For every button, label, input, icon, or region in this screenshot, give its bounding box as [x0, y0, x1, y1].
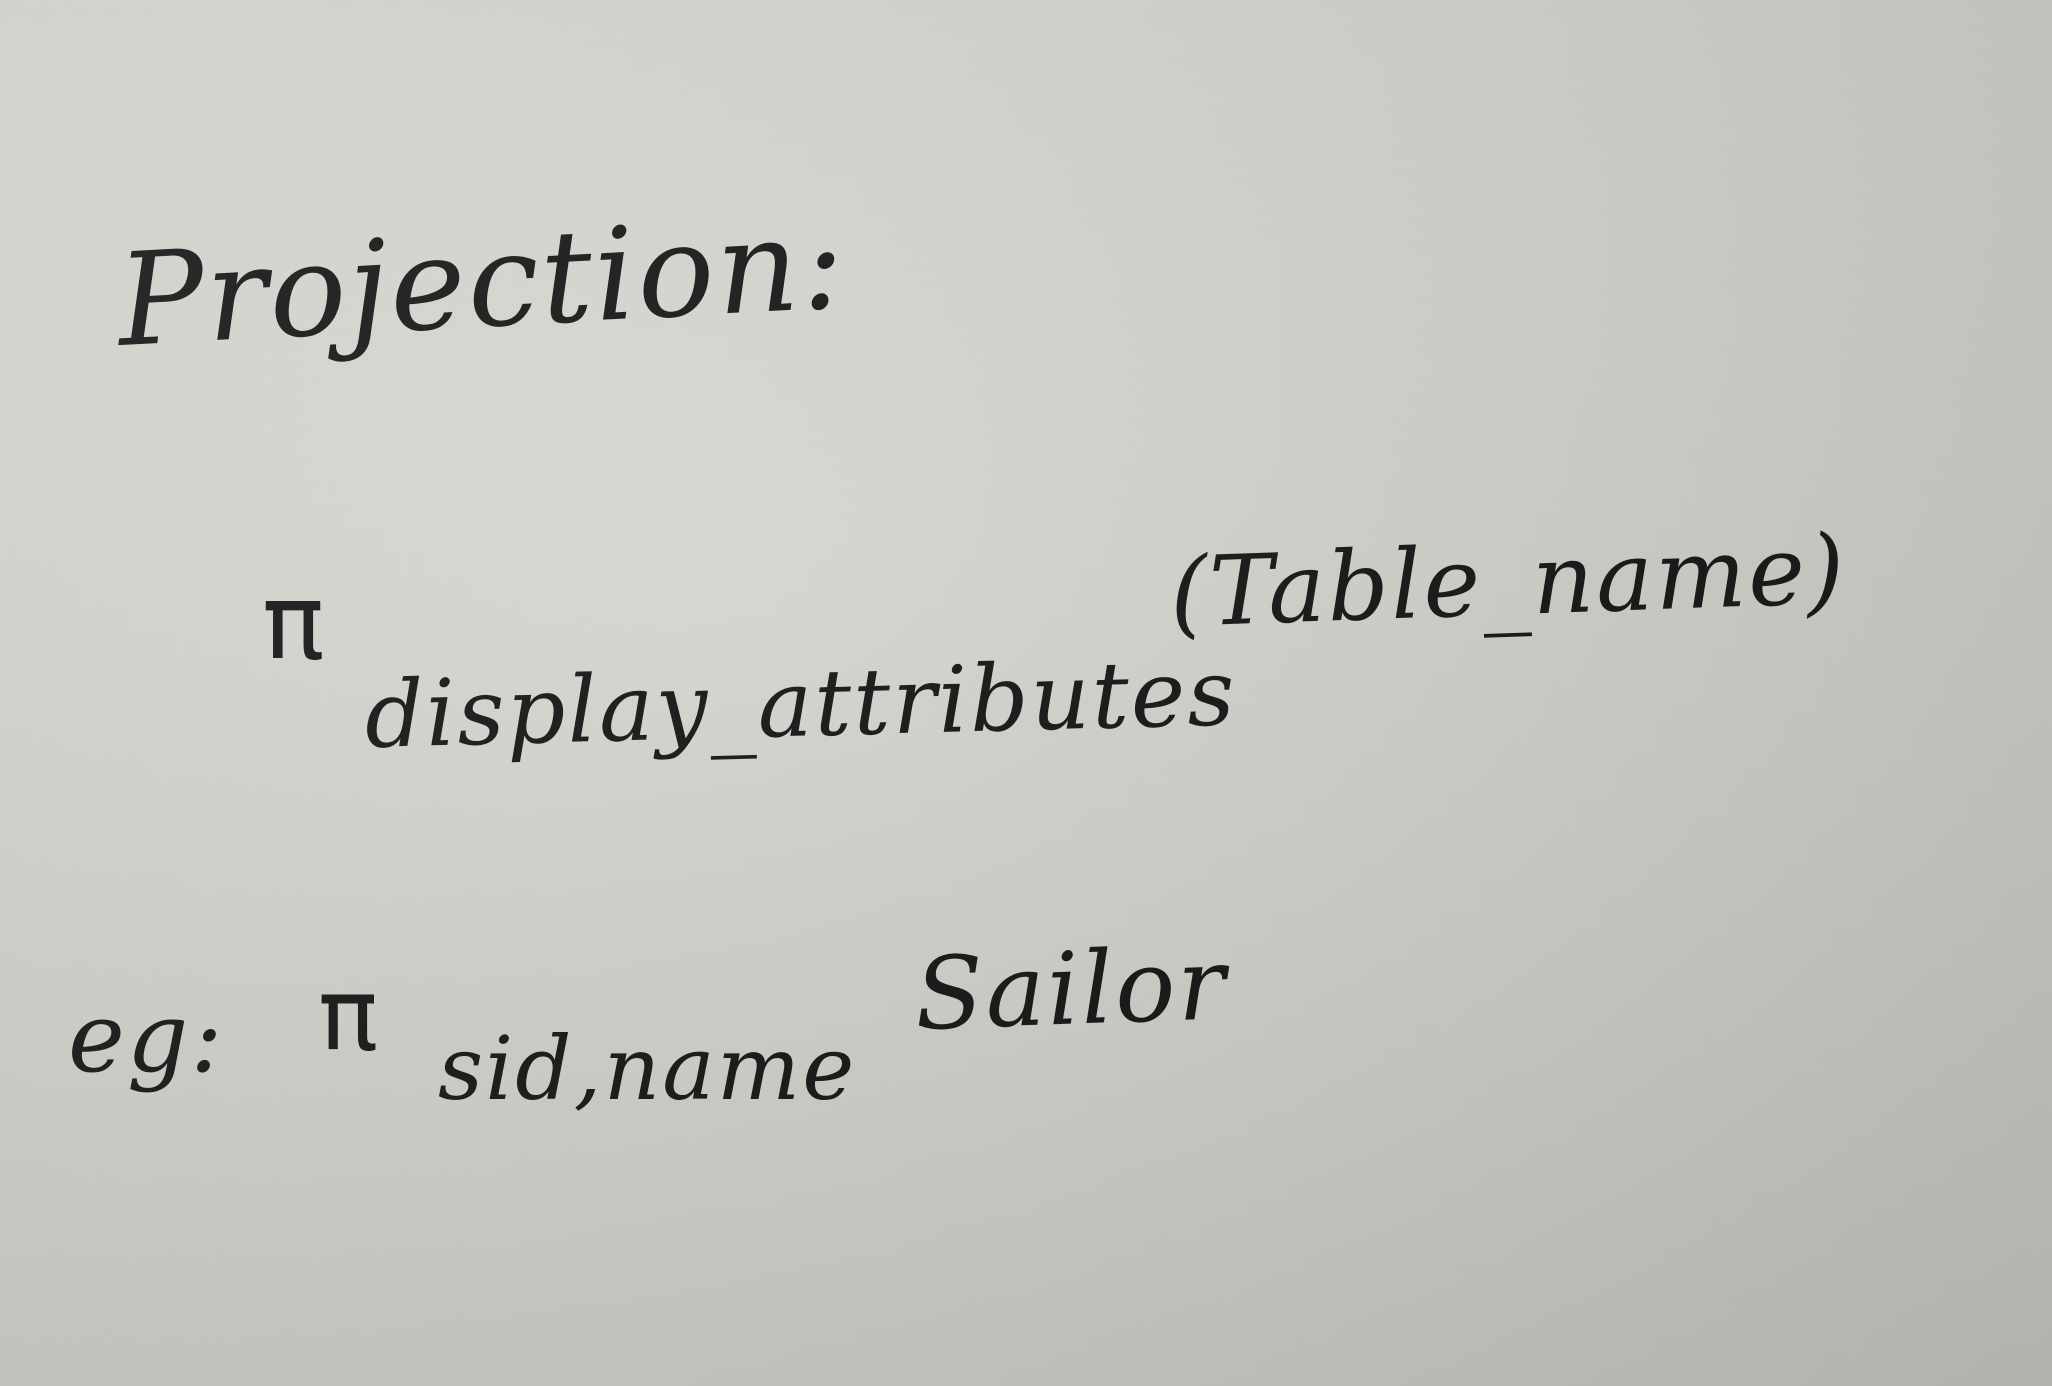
example-label: eg: [68, 982, 225, 1094]
example-projection-symbol: π [318, 956, 381, 1073]
handwritten-note-page: Projection: π display_attributes (Table_… [0, 0, 2052, 1386]
projection-operator-symbol: π [262, 561, 327, 683]
note-heading: Projection: [114, 188, 850, 376]
projection-table-argument: (Table_name) [1168, 513, 1849, 649]
example-subscript: sid,name [438, 1017, 857, 1120]
example-relation: Sailor [912, 925, 1229, 1053]
projection-subscript-attributes: display_attributes [363, 639, 1238, 769]
